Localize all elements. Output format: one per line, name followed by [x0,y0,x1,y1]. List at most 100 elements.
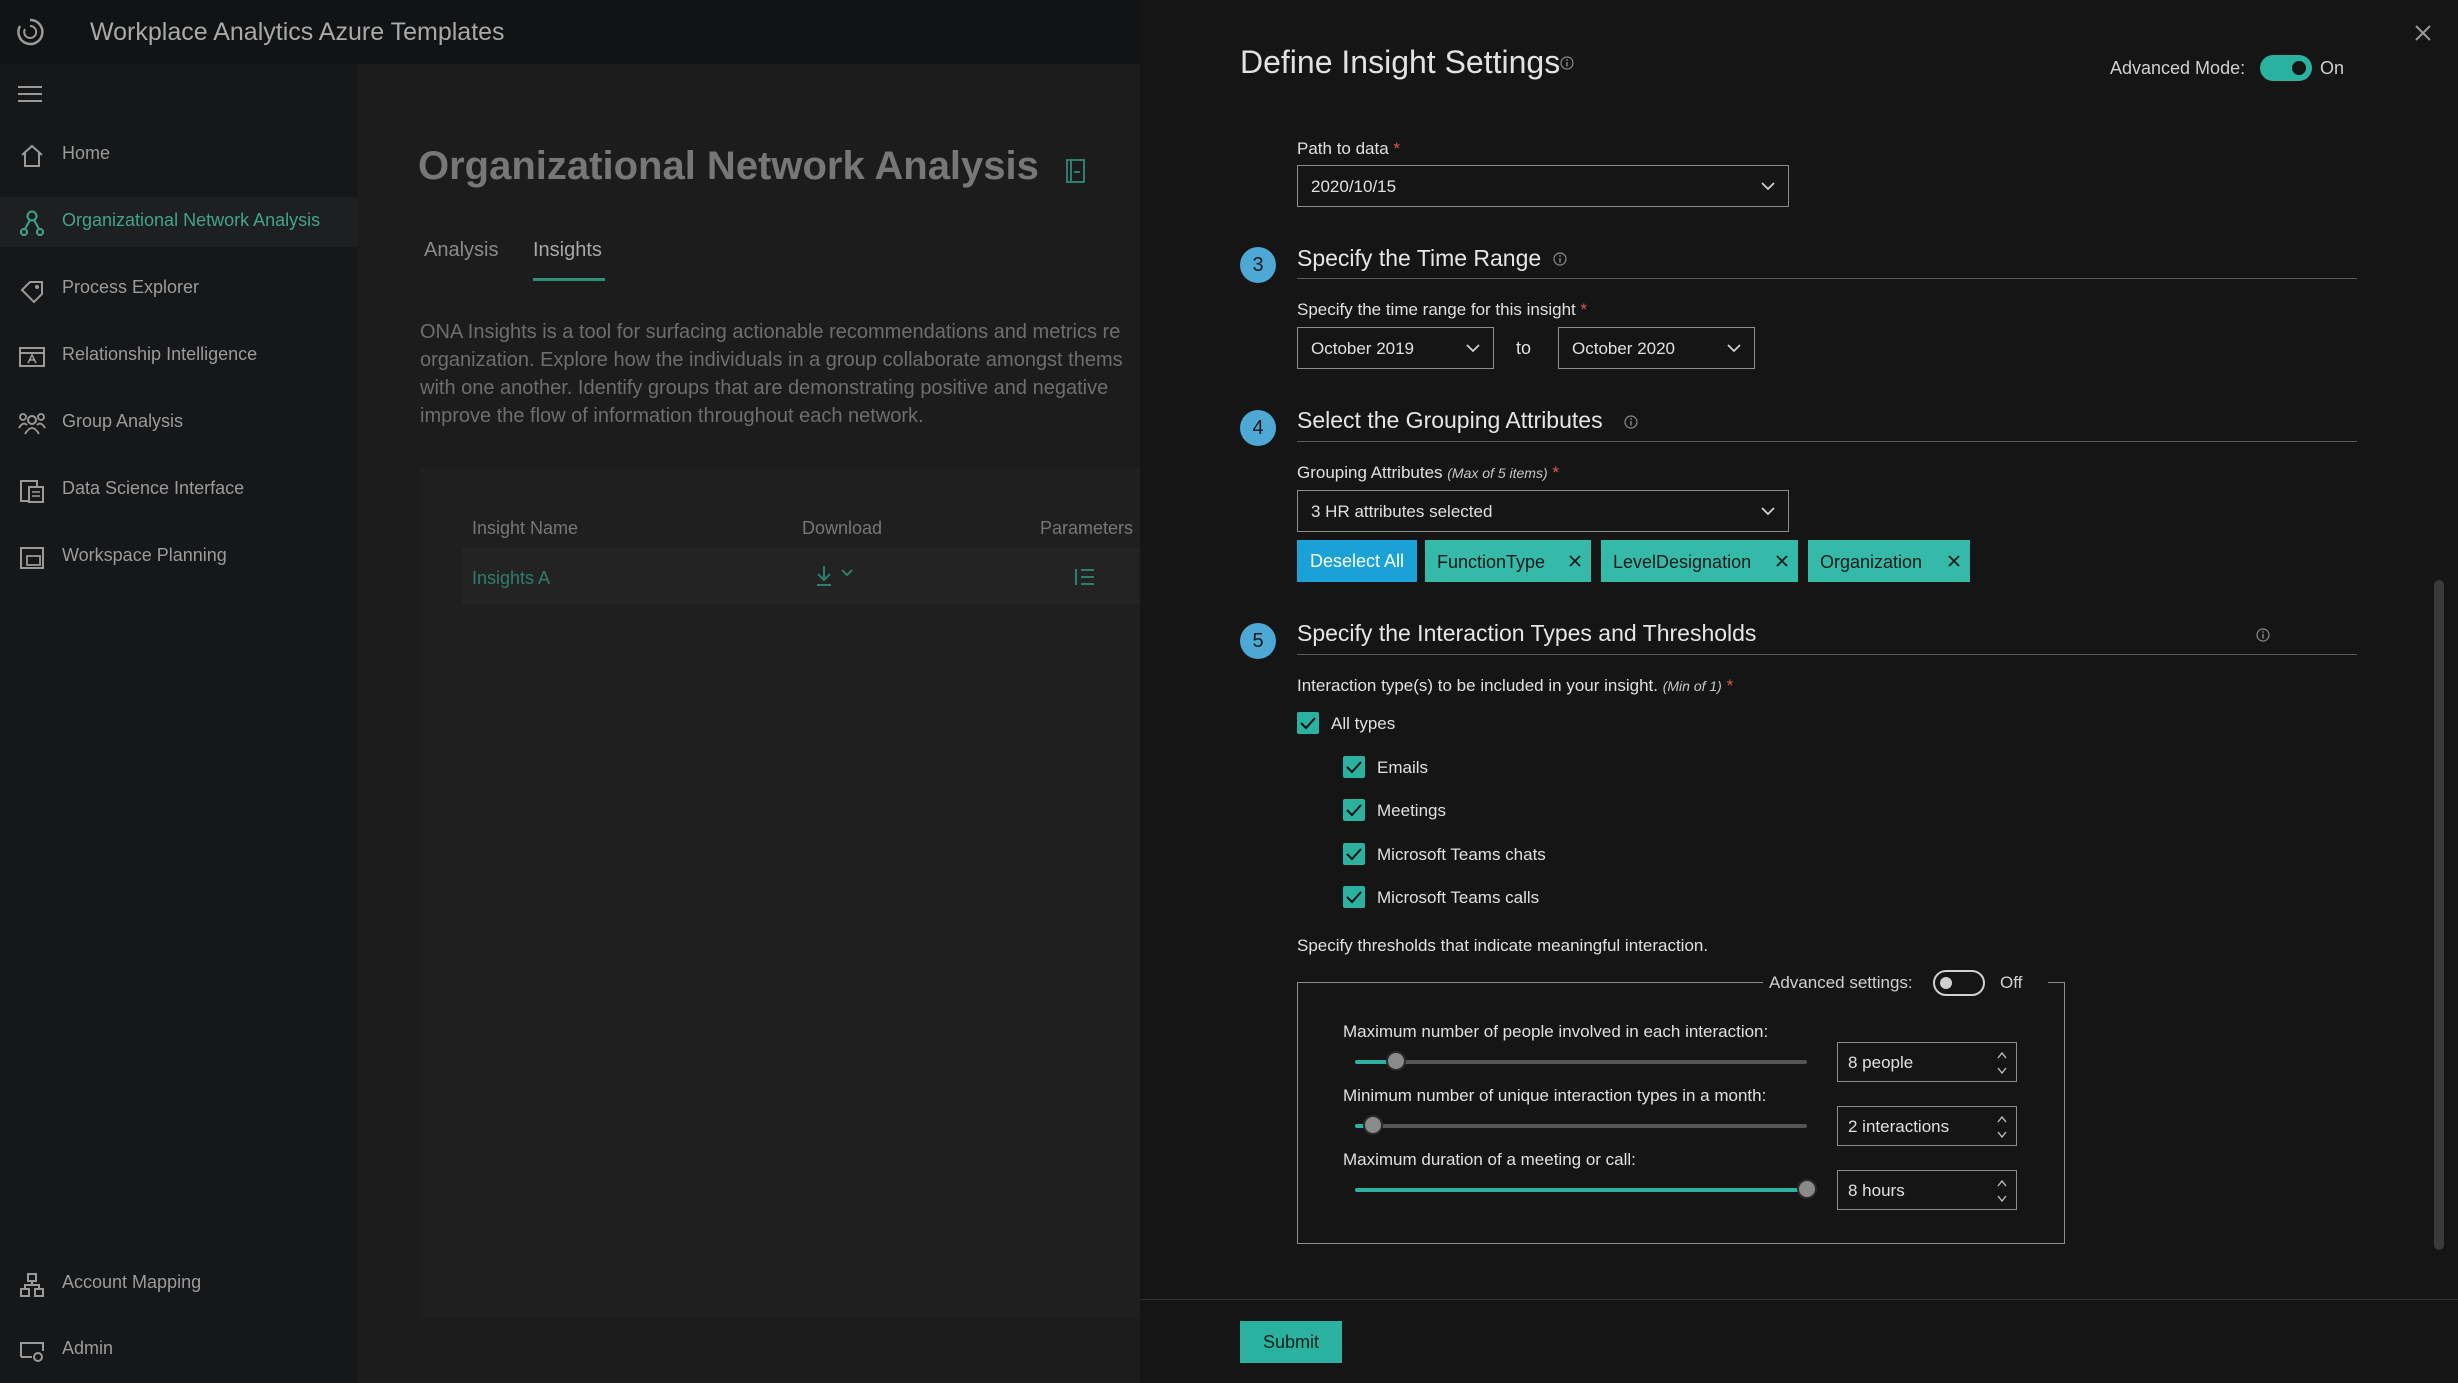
max-duration-slider[interactable] [1355,1179,1817,1199]
sidebar-item-label: Workspace Planning [62,545,227,565]
section-divider [1297,654,2357,655]
section-title-grouping-attributes: Select the Grouping Attributes [1297,407,1603,433]
insight-settings-panel: Define Insight Settings Advanced Mode: O… [1140,0,2458,1383]
max-duration-spinbox[interactable]: 8 hours [1837,1170,2017,1210]
sidebar-item-group-analysis[interactable]: Group Analysis [0,398,358,448]
time-range-to-dropdown[interactable]: October 2020 [1558,327,1755,369]
checkbox-checked[interactable] [1343,799,1365,821]
spinner-arrows-icon[interactable] [1996,1176,2008,1206]
sidebar-item-label: Organizational Network Analysis [62,210,321,230]
sidebar-item-label: Relationship Intelligence [62,344,258,364]
min-interaction-types-slider[interactable] [1355,1115,1807,1135]
insight-name-link[interactable]: Insights A [472,568,550,589]
advanced-settings-legend: Advanced settings: Off [1763,969,2048,997]
slider-thumb[interactable] [1386,1051,1406,1071]
checkbox-checked[interactable] [1297,712,1319,734]
sidebar-item-admin[interactable]: Admin [0,1325,358,1375]
info-icon[interactable] [1624,415,1638,429]
interaction-types-label: Interaction type(s) to be included in yo… [1297,676,1733,696]
group-icon [18,410,46,438]
sidebar-item-workspace-planning[interactable]: Workspace Planning [0,532,358,582]
spinner-arrows-icon[interactable] [1996,1112,2008,1142]
hierarchy-icon [18,1271,46,1299]
advanced-mode-toggle[interactable] [2260,55,2312,81]
active-tab-indicator [533,278,605,281]
time-range-to-value: October 2020 [1572,339,1676,358]
advanced-mode-state: On [2320,58,2345,78]
sidebar-item-data-science-interface[interactable]: Data Science Interface [0,465,358,515]
info-icon[interactable] [1560,56,1574,70]
thresholds-label: Specify thresholds that indicate meaning… [1297,936,1709,955]
table-row[interactable]: Insights A [462,548,1140,604]
checkbox-checked[interactable] [1343,756,1365,778]
checkbox-label: Emails [1377,758,1429,777]
tab-analysis[interactable]: Analysis [424,239,498,262]
grouping-attributes-text: Grouping Attributes [1297,463,1443,482]
sidebar-item-relationship-intelligence[interactable]: Relationship Intelligence [0,331,358,381]
time-range-to-label: to [1516,338,1532,358]
grouping-attributes-dropdown[interactable]: 3 HR attributes selected [1297,490,1789,532]
sidebar [0,64,358,1383]
contact-card-icon [18,343,46,371]
advanced-mode-label: Advanced Mode: [2110,58,2246,78]
close-icon[interactable] [2414,24,2432,42]
sidebar-item-label: Home [62,143,111,163]
info-icon[interactable] [2256,628,2270,642]
book-icon[interactable] [1065,158,1087,184]
download-icon[interactable] [814,564,834,588]
admin-icon [18,1337,46,1365]
checkbox-checked[interactable] [1343,843,1365,865]
toggle-knob [1940,977,1952,989]
remove-chip-icon[interactable] [1569,555,1581,567]
deselect-all-button[interactable]: Deselect All [1297,540,1417,582]
required-marker: * [1393,139,1401,158]
tab-insights[interactable]: Insights [533,239,602,262]
grouping-attributes-label: Grouping Attributes (Max of 5 items) * [1297,463,1559,483]
slider-thumb[interactable] [1363,1115,1383,1135]
remove-chip-icon[interactable] [1776,555,1788,567]
min-interaction-types-label: Minimum number of unique interaction typ… [1343,1086,1767,1105]
section-divider [1297,278,2357,279]
checkbox-label: Meetings [1377,801,1446,820]
sidebar-item-organizational-network-analysis[interactable]: Organizational Network Analysis [0,197,358,247]
advanced-settings-state: Off [2000,973,2023,992]
chevron-down-icon [1465,343,1481,353]
chevron-down-icon [1760,506,1776,516]
sidebar-item-account-mapping[interactable]: Account Mapping [0,1259,358,1309]
slider-fill [1355,1188,1807,1192]
slider-thumb[interactable] [1797,1179,1817,1199]
advanced-settings-toggle[interactable] [1933,970,1985,996]
max-people-slider[interactable] [1355,1051,1807,1071]
time-range-from-dropdown[interactable]: October 2019 [1297,327,1494,369]
info-icon[interactable] [1553,252,1567,266]
section-title-interaction-types: Specify the Interaction Types and Thresh… [1297,620,1757,646]
step-number-5: 5 [1240,623,1276,659]
time-range-label: Specify the time range for this insight … [1297,300,1587,320]
parameters-list-icon[interactable] [1074,566,1096,588]
checkbox-checked[interactable] [1343,886,1365,908]
max-people-spinbox[interactable]: 8 people [1837,1042,2017,1082]
min-interaction-types-spinbox[interactable]: 2 interactions [1837,1106,2017,1146]
insights-table: Insight Name Download Parameters Insight… [420,468,1140,1318]
submit-button[interactable]: Submit [1240,1321,1342,1363]
column-header-parameters: Parameters [1040,518,1134,538]
chevron-down-icon[interactable] [840,568,854,578]
spinbox-value: 2 interactions [1848,1117,1950,1136]
interaction-types-note: (Min of 1) [1662,678,1722,694]
path-to-data-dropdown[interactable]: 2020/10/15 [1297,165,1789,207]
panel-title: Define Insight Settings [1240,44,1561,80]
sidebar-item-label: Group Analysis [62,411,184,431]
sidebar-item-process-explorer[interactable]: Process Explorer [0,264,358,314]
thresholds-box: Advanced settings: Off Maximum number of… [1297,969,2065,1244]
spinner-arrows-icon[interactable] [1996,1048,2008,1078]
panel-scrollbar[interactable] [2434,580,2444,1250]
spinbox-value: 8 people [1848,1053,1914,1072]
remove-chip-icon[interactable] [1948,555,1960,567]
max-duration-label: Maximum duration of a meeting or call: [1343,1150,1636,1169]
grouping-attributes-note: (Max of 5 items) [1447,465,1548,481]
step-number-3: 3 [1240,247,1276,283]
network-person-icon [18,209,46,237]
page-title: Organizational Network Analysis [418,144,1039,188]
sidebar-item-home[interactable]: Home [0,130,358,180]
hamburger-menu-icon[interactable] [18,84,42,104]
